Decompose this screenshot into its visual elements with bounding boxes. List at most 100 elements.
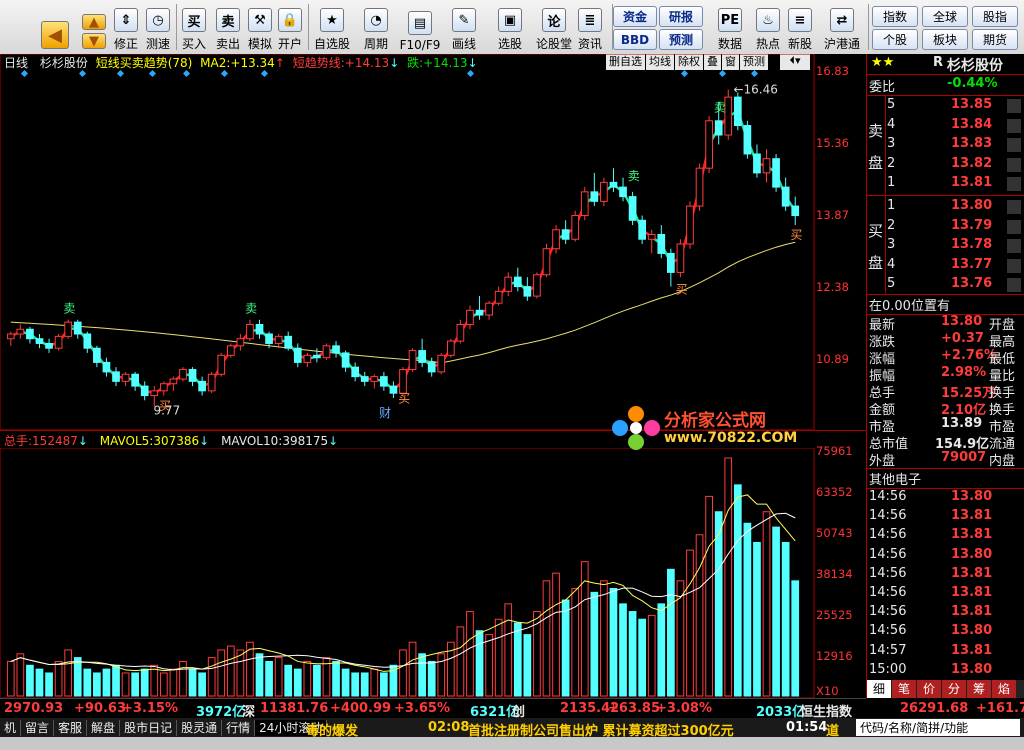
- volume-bar[interactable]: [217, 649, 226, 697]
- volume-bar[interactable]: [303, 660, 312, 697]
- candle[interactable]: [255, 319, 264, 339]
- volume-bar[interactable]: [169, 668, 178, 697]
- candle[interactable]: [73, 319, 82, 339]
- candle[interactable]: [542, 243, 551, 278]
- candle[interactable]: [217, 352, 226, 377]
- volume-bar[interactable]: [64, 649, 73, 697]
- volume-bar[interactable]: [667, 568, 675, 697]
- candle[interactable]: [188, 367, 197, 387]
- candle[interactable]: [705, 116, 713, 173]
- candle[interactable]: [418, 338, 426, 368]
- candle[interactable]: [580, 187, 589, 221]
- candle[interactable]: [169, 376, 178, 391]
- volume-bar[interactable]: [705, 495, 713, 697]
- volume-bar[interactable]: [753, 541, 761, 697]
- candle[interactable]: [26, 326, 34, 344]
- volume-bar[interactable]: [102, 668, 111, 697]
- event-marker-icon[interactable]: [718, 69, 727, 78]
- candle[interactable]: [609, 168, 618, 192]
- candle[interactable]: [102, 357, 111, 377]
- toolbar-button-8[interactable]: ▤ F10/F9: [398, 2, 442, 52]
- status-tab-5[interactable]: 股灵通: [177, 720, 223, 736]
- volume-bar[interactable]: [733, 484, 742, 697]
- candle[interactable]: [131, 371, 139, 391]
- volume-bar[interactable]: [112, 664, 120, 697]
- candle[interactable]: [647, 229, 656, 254]
- volume-bar[interactable]: [714, 511, 723, 697]
- volume-bar[interactable]: [638, 618, 647, 697]
- candle[interactable]: [561, 220, 570, 244]
- candle[interactable]: [600, 177, 608, 207]
- candle[interactable]: [427, 357, 436, 377]
- volume-bar[interactable]: [198, 672, 206, 697]
- market-button-3[interactable]: 个股: [872, 29, 918, 50]
- volume-bar[interactable]: [600, 580, 608, 697]
- candle[interactable]: [389, 381, 398, 398]
- volume-bar[interactable]: [54, 660, 63, 697]
- candle[interactable]: [733, 92, 742, 131]
- status-tab-0[interactable]: 机: [0, 720, 22, 736]
- volume-bar[interactable]: [399, 649, 407, 697]
- ask-row[interactable]: 2 13.82: [885, 156, 1024, 175]
- status-tab-6[interactable]: 行情: [222, 720, 256, 736]
- candle[interactable]: [437, 352, 446, 375]
- volume-bar[interactable]: [121, 672, 130, 697]
- volume-bar[interactable]: [73, 657, 82, 697]
- candle[interactable]: [198, 376, 206, 396]
- market-button-0[interactable]: 指数: [872, 6, 918, 27]
- candle[interactable]: [494, 286, 503, 306]
- candle[interactable]: [159, 381, 168, 396]
- volume-bar[interactable]: [351, 672, 360, 697]
- toolbar-button-6[interactable]: ★ 自选股: [310, 2, 354, 52]
- volume-bar[interactable]: [16, 653, 25, 697]
- status-tab-2[interactable]: 客服: [54, 720, 88, 736]
- volume-bar[interactable]: [179, 660, 187, 697]
- volume-bar[interactable]: [93, 672, 101, 697]
- event-marker-icon[interactable]: [750, 69, 759, 78]
- candle[interactable]: [370, 374, 379, 389]
- candle[interactable]: [313, 348, 321, 363]
- event-marker-icon[interactable]: [220, 69, 229, 78]
- volume-bar[interactable]: [494, 618, 503, 697]
- volume-bar[interactable]: [791, 580, 800, 697]
- pill-button-0[interactable]: 资金: [613, 6, 657, 27]
- candle[interactable]: [293, 343, 302, 368]
- volume-bar[interactable]: [504, 603, 513, 697]
- panel-tab-3[interactable]: 分: [942, 680, 966, 698]
- candle[interactable]: [475, 296, 484, 320]
- panel-tab-4[interactable]: 筹: [967, 680, 991, 698]
- volume-bar[interactable]: [370, 668, 379, 697]
- candle[interactable]: [466, 305, 474, 330]
- market-button-4[interactable]: 板块: [922, 29, 968, 50]
- panel-tab-0[interactable]: 细: [867, 680, 891, 698]
- volume-bar[interactable]: [83, 668, 92, 697]
- volume-bar[interactable]: [341, 668, 350, 697]
- volume-bar[interactable]: [781, 541, 790, 697]
- candle[interactable]: [284, 331, 293, 351]
- bid-row[interactable]: 4 13.77: [885, 257, 1024, 276]
- volume-bar[interactable]: [360, 672, 369, 697]
- volume-bar[interactable]: [140, 668, 149, 697]
- volume-bar[interactable]: [695, 534, 704, 697]
- kline-chart-area[interactable]: 日线 杉杉股份 短线买卖趋势(78) MA2:+13.34↑ 短趋势线:+14.…: [0, 54, 866, 698]
- candle[interactable]: [628, 191, 637, 226]
- candle[interactable]: [16, 324, 25, 339]
- candle[interactable]: [121, 371, 130, 387]
- candle[interactable]: [657, 225, 666, 259]
- candle[interactable]: [246, 319, 254, 342]
- status-tab-3[interactable]: 解盘: [87, 720, 121, 736]
- market-button-1[interactable]: 全球: [922, 6, 968, 27]
- volume-bar[interactable]: [475, 630, 484, 697]
- candle[interactable]: [523, 277, 532, 301]
- volume-bar[interactable]: [332, 660, 340, 697]
- candle[interactable]: [303, 352, 312, 368]
- sector-label[interactable]: 其他电子: [869, 469, 921, 488]
- panel-tab-5[interactable]: 焰: [992, 680, 1016, 698]
- candle[interactable]: [552, 225, 560, 254]
- volume-bar[interactable]: [485, 634, 493, 697]
- candle[interactable]: [351, 362, 360, 382]
- candle[interactable]: [571, 210, 580, 242]
- candle[interactable]: [533, 272, 541, 299]
- ask-row[interactable]: 1 13.81: [885, 175, 1024, 194]
- volume-bar[interactable]: [265, 660, 273, 697]
